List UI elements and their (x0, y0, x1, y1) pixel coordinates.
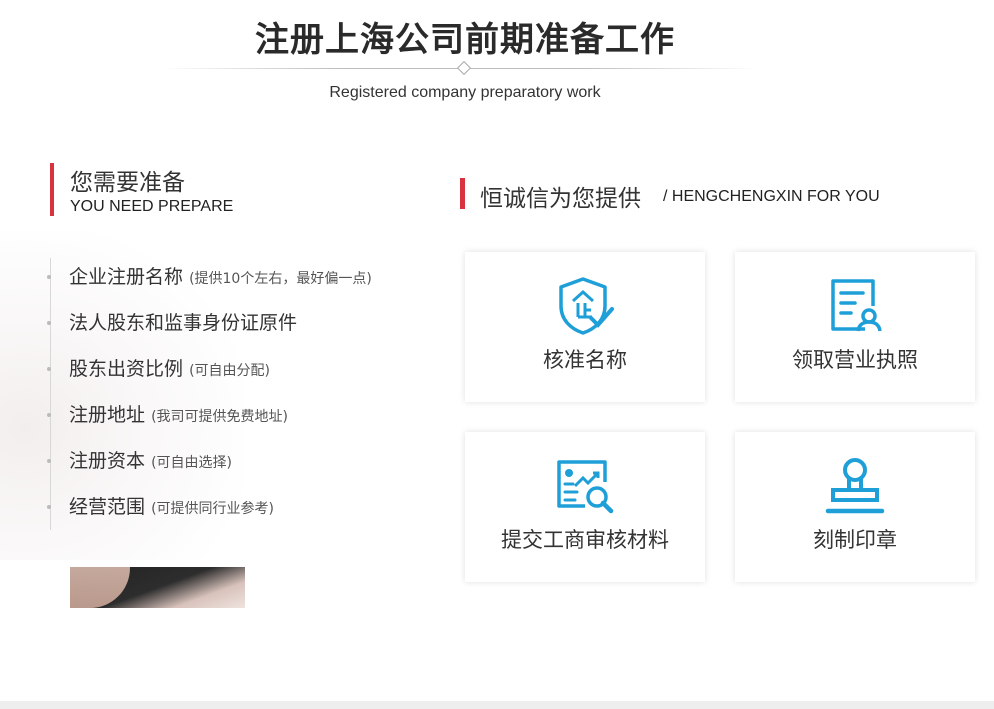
service-card-label: 领取营业执照 (792, 348, 918, 372)
list-item: 注册地址 (我司可提供免费地址) (69, 404, 288, 426)
service-card-name-approval[interactable]: 核准名称 (465, 252, 705, 402)
document-search-icon (557, 460, 614, 514)
service-card-label: 刻制印章 (813, 528, 897, 552)
list-bullet-icon (47, 367, 51, 371)
list-bullet-icon (47, 413, 51, 417)
shield-enterprise-icon (559, 277, 614, 335)
service-card-label: 核准名称 (543, 348, 627, 372)
list-item: 法人股东和监事身份证原件 (69, 312, 298, 334)
list-item: 经营范围 (可提供同行业参考) (69, 496, 274, 518)
list-item: 企业注册名称 (提供10个左右，最好偏一点) (69, 266, 372, 288)
prepare-title-cn: 您需要准备 (70, 170, 185, 196)
page-title: 注册上海公司前期准备工作 (255, 20, 675, 60)
page-subtitle: Registered company preparatory work (329, 84, 601, 101)
list-bullet-icon (47, 505, 51, 509)
service-card-submit-materials[interactable]: 提交工商审核材料 (465, 432, 705, 582)
provide-title-cn: 恒诚信为您提供 (480, 186, 641, 212)
page-header: 注册上海公司前期准备工作 Registered company preparat… (0, 0, 994, 110)
list-item: 注册资本 (可自由选择) (69, 450, 232, 472)
license-user-icon (831, 279, 882, 332)
provide-section-heading: 恒诚信为您提供 / HENGCHENGXIN FOR YOU (460, 178, 880, 212)
list-bullet-icon (47, 275, 51, 279)
service-card-business-license[interactable]: 领取营业执照 (735, 252, 975, 402)
prepare-list-line (50, 258, 51, 530)
service-card-label: 提交工商审核材料 (501, 528, 669, 552)
list-bullet-icon (47, 459, 51, 463)
list-bullet-icon (47, 321, 51, 325)
divider-diamond-icon (456, 60, 472, 76)
provide-title-en: / HENGCHENGXIN FOR YOU (663, 188, 880, 205)
prepare-section-heading: 您需要准备 YOU NEED PREPARE (50, 163, 233, 216)
service-card-engrave-seal[interactable]: 刻制印章 (735, 432, 975, 582)
prepare-title-en: YOU NEED PREPARE (70, 198, 234, 215)
stamp-icon (825, 458, 885, 514)
footer-band (0, 701, 994, 709)
list-item: 股东出资比例 (可自由分配) (69, 358, 270, 380)
